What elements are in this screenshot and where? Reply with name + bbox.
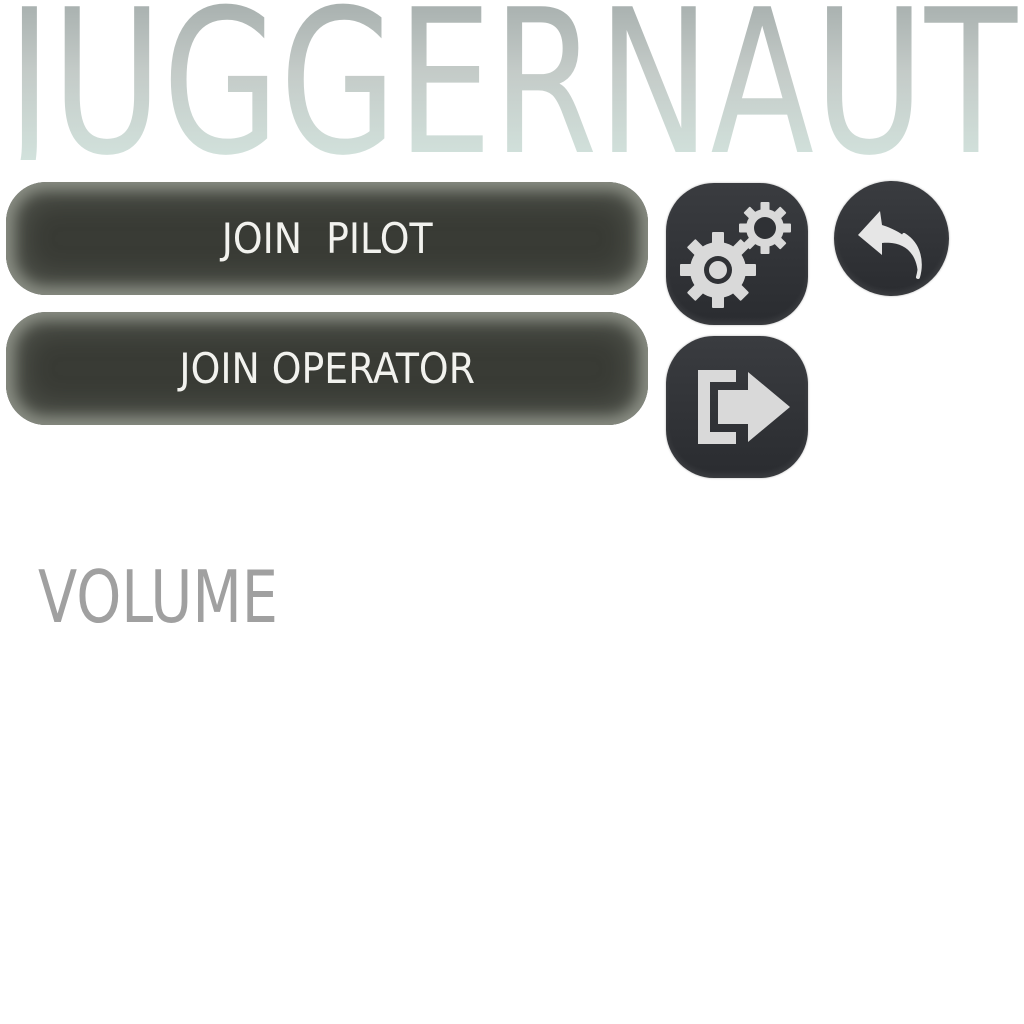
- volume-label-text: VOLUME: [38, 556, 278, 636]
- back-button[interactable]: [834, 181, 949, 296]
- volume-label-art: VOLUME: [38, 556, 278, 636]
- volume-label: VOLUME: [0, 556, 300, 636]
- join-operator-button[interactable]: JOIN OPERATOR: [6, 312, 648, 425]
- back-arrow-icon: [858, 211, 922, 279]
- exit-button[interactable]: [666, 336, 808, 478]
- join-pilot-label: JOIN PILOT: [221, 214, 433, 263]
- join-operator-label: JOIN OPERATOR: [179, 344, 475, 393]
- exit-arrow-icon: [698, 370, 790, 444]
- small-gear: [739, 202, 791, 254]
- main-menu: JUGGERNAUT JOIN PILOT JOIN OPERATOR VOLU…: [0, 0, 1024, 1024]
- settings-button[interactable]: [666, 183, 808, 325]
- game-title-text: JUGGERNAUT: [0, 0, 1018, 160]
- gears-icon: [680, 202, 791, 308]
- game-title-art: JUGGERNAUT: [0, 0, 1018, 160]
- join-pilot-button[interactable]: JOIN PILOT: [6, 182, 648, 295]
- game-title: JUGGERNAUT: [0, 0, 1024, 160]
